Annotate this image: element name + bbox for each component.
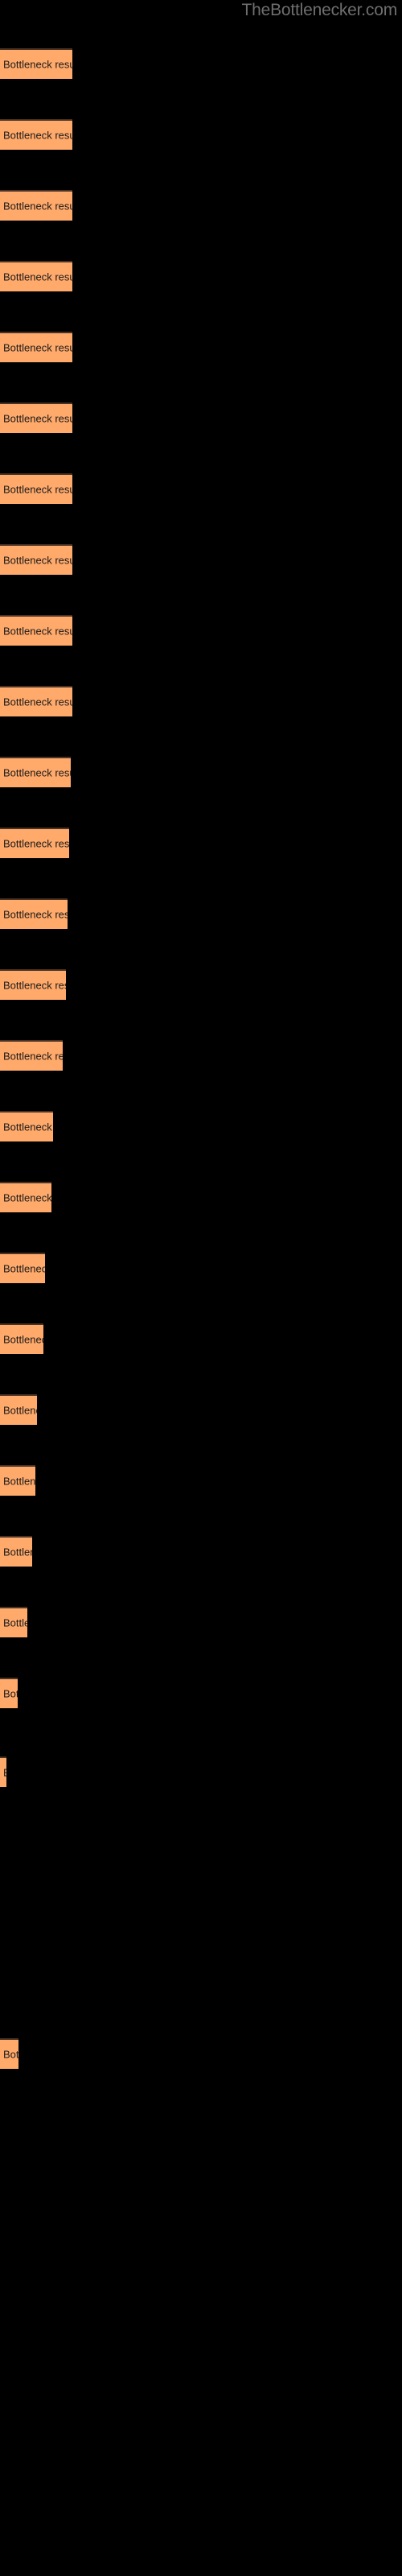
bar-item[interactable]: Bottleneck result [0, 48, 72, 79]
bar-label: Bottleneck result [3, 341, 72, 354]
bar-item[interactable]: Bottleneck result [0, 119, 72, 150]
bar-label: Bottleneck result [3, 1767, 6, 1779]
bar-item[interactable]: Bottleneck result [0, 544, 72, 575]
bar-item[interactable]: Bottleneck result [0, 1678, 18, 1708]
bar-label: Bottleneck result [3, 1121, 53, 1133]
bar-item[interactable]: Bottleneck result [0, 757, 71, 787]
bar-item[interactable]: Bottleneck result [0, 1182, 51, 1212]
bar-item[interactable]: Bottleneck result [0, 898, 68, 929]
bar-item[interactable]: Bottleneck result [0, 1394, 37, 1425]
bar-item[interactable]: Bottleneck result [0, 473, 72, 504]
bar-item[interactable]: Bottleneck result [0, 261, 72, 291]
bar-label: Bottleneck result [3, 1050, 63, 1063]
bar-item[interactable]: Bottleneck result [0, 1323, 43, 1354]
bar-item[interactable]: Bottleneck result [0, 402, 72, 433]
bar-item[interactable]: Bottleneck result [0, 1607, 27, 1637]
bar-label: Bottleneck result [3, 1191, 51, 1204]
bar-label: Bottleneck result [3, 270, 72, 283]
bar-label: Bottleneck result [3, 1616, 27, 1629]
bar-item[interactable]: Bottleneck result [0, 2038, 18, 2069]
bar-item[interactable]: Bottleneck result [0, 1536, 32, 1567]
bar-label: Bottleneck result [3, 2048, 18, 2061]
bar-item[interactable]: Bottleneck result [0, 828, 69, 858]
bar-label: Bottleneck result [3, 129, 72, 142]
bottleneck-chart: TheBottlenecker.com Bottleneck resultBot… [0, 0, 402, 2576]
bar-item[interactable]: Bottleneck result [0, 1757, 6, 1787]
bar-item[interactable]: Bottleneck result [0, 332, 72, 362]
bar-label: Bottleneck result [3, 1262, 45, 1275]
bar-label: Bottleneck result [3, 483, 72, 496]
bar-label: Bottleneck result [3, 1404, 37, 1417]
bar-label: Bottleneck result [3, 58, 72, 71]
bar-item[interactable]: Bottleneck result [0, 190, 72, 221]
bar-list: Bottleneck result Bottleneck result Bottle… [0, 0, 402, 2576]
bar-label: Bottleneck result [3, 412, 72, 425]
bar-label: Bottleneck result [3, 766, 71, 779]
bar-label: Bottleneck result [3, 1546, 32, 1558]
bar-label: Bottleneck result [3, 1333, 43, 1346]
bar-label: Bottleneck result [3, 200, 72, 213]
bar-item[interactable]: Bottleneck result [0, 1253, 45, 1283]
bar-label: Bottleneck result [3, 1475, 35, 1488]
bar-label: Bottleneck result [3, 554, 72, 567]
bar-label: Bottleneck result [3, 837, 69, 850]
bar-label: Bottleneck result [3, 908, 68, 921]
bar-label: Bottleneck result [3, 625, 72, 638]
bar-item[interactable]: Bottleneck result [0, 1040, 63, 1071]
bar-label: Bottleneck result [3, 1687, 18, 1700]
bar-label: Bottleneck result [3, 696, 72, 708]
bar-item[interactable]: Bottleneck result [0, 969, 66, 1000]
bar-item[interactable]: Bottleneck result [0, 615, 72, 646]
bar-label: Bottleneck result [3, 979, 66, 992]
bar-item[interactable]: Bottleneck result [0, 1465, 35, 1496]
bar-item[interactable]: Bottleneck result [0, 686, 72, 716]
bar-item[interactable]: Bottleneck result [0, 1111, 53, 1141]
